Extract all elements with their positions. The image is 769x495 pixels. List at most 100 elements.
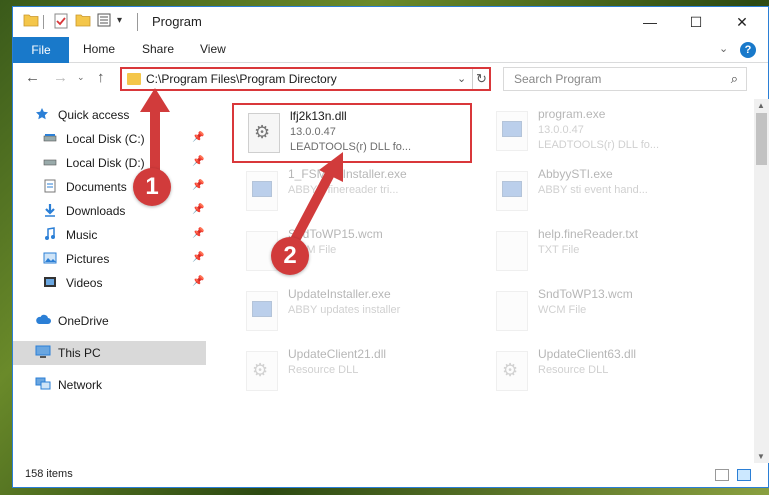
tab-share[interactable]: Share <box>142 42 174 56</box>
sidebar-item-pictures[interactable]: Pictures 📌 <box>13 247 206 271</box>
pin-icon[interactable]: 📌 <box>192 276 204 287</box>
sidebar-item-label: Network <box>58 378 103 392</box>
pin-icon[interactable]: 📌 <box>192 204 204 215</box>
sidebar-item-quick-access[interactable]: Quick access <box>13 103 206 127</box>
tab-home[interactable]: Home <box>83 42 115 56</box>
tiles-view-icon[interactable] <box>737 469 751 481</box>
sidebar-item-music[interactable]: Music 📌 <box>13 223 206 247</box>
back-button[interactable]: ← <box>25 69 40 86</box>
up-button[interactable]: ↑ <box>97 69 105 86</box>
file-item-fsmmsinstaller-exe[interactable]: 1_FSMmsInstaller.exe ABBYY finereader tr… <box>232 163 472 223</box>
vertical-scrollbar[interactable]: ▲ ▼ <box>754 99 769 463</box>
file-item-updateclient21-dll[interactable]: UpdateClient21.dll Resource DLL <box>232 343 472 403</box>
forward-button[interactable]: → <box>53 69 68 86</box>
pin-icon[interactable]: 📌 <box>192 156 204 167</box>
file-description: LEADTOOLS(r) DLL fo... <box>538 139 660 151</box>
scroll-down-icon[interactable]: ▼ <box>757 452 765 461</box>
downloads-icon <box>43 203 57 217</box>
close-button[interactable]: ✕ <box>719 7 765 37</box>
help-icon[interactable]: ? <box>740 42 756 58</box>
item-count: 158 items <box>25 468 73 480</box>
file-description: ABBY updates installer <box>288 304 401 316</box>
file-icon <box>496 231 528 271</box>
file-item-sndtowp15-wcm[interactable]: SndToWP15.wcm WCM File <box>232 223 472 283</box>
file-item-program-exe[interactable]: program.exe 13.0.0.47 LEADTOOLS(r) DLL f… <box>482 103 722 163</box>
refresh-button[interactable]: ↻ <box>472 69 490 89</box>
divider <box>43 15 44 29</box>
folder-icon <box>127 73 141 85</box>
pin-icon[interactable]: 📌 <box>192 228 204 239</box>
exe-icon <box>496 171 528 211</box>
new-folder-icon[interactable] <box>75 13 91 31</box>
file-item-help-finereader-txt[interactable]: help.fineReader.txt TXT File <box>482 223 722 283</box>
folder-icon[interactable] <box>23 13 39 31</box>
recent-locations-icon[interactable]: ⌄ <box>77 72 85 83</box>
sidebar-item-label: Pictures <box>66 252 110 266</box>
sidebar-item-downloads[interactable]: Downloads 📌 <box>13 199 206 223</box>
sidebar-item-network[interactable]: Network <box>13 373 206 397</box>
details-view-icon[interactable] <box>715 469 729 481</box>
documents-icon <box>43 179 57 193</box>
sidebar-item-onedrive[interactable]: OneDrive <box>13 309 206 333</box>
file-item-updateclient63-dll[interactable]: UpdateClient63.dll Resource DLL <box>482 343 722 403</box>
pin-icon[interactable]: 📌 <box>192 252 204 263</box>
title-bar: ▾ Program — ☐ ✕ <box>13 7 768 37</box>
sidebar-item-local-disk-c[interactable]: Local Disk (C:) 📌 <box>13 127 206 151</box>
address-path[interactable]: C:\Program Files\Program Directory <box>146 72 337 86</box>
music-icon <box>43 227 57 241</box>
file-icon <box>496 291 528 331</box>
file-type: WCM File <box>538 304 587 316</box>
sidebar-item-documents[interactable]: Documents 📌 <box>13 175 206 199</box>
file-name: SndToWP13.wcm <box>538 287 633 301</box>
ribbon-tabs: File Home Share View ⌄ ? <box>13 37 768 63</box>
sidebar-item-videos[interactable]: Videos 📌 <box>13 271 206 295</box>
quick-access-dropdown-icon[interactable]: ▾ <box>117 15 122 26</box>
sidebar-item-label: Local Disk (D:) <box>66 156 145 170</box>
file-name: program.exe <box>538 107 606 121</box>
file-version: 13.0.0.47 <box>290 126 336 138</box>
exe-icon <box>246 291 278 331</box>
step-2-callout: 2 <box>271 237 309 275</box>
pin-icon[interactable]: 📌 <box>192 180 204 191</box>
sidebar-item-label: Downloads <box>66 204 126 218</box>
pin-icon[interactable]: 📌 <box>192 132 204 143</box>
file-name: 1_FSMmsInstaller.exe <box>288 167 407 181</box>
file-type: Resource DLL <box>538 364 609 376</box>
file-description: ABBYY finereader tri... <box>288 184 399 196</box>
pictures-icon <box>43 251 57 265</box>
exe-icon <box>246 171 278 211</box>
network-icon <box>35 377 51 391</box>
search-icon[interactable]: ⌕ <box>731 71 738 87</box>
file-item-sndtowp13-wcm[interactable]: SndToWP13.wcm WCM File <box>482 283 722 343</box>
tab-file[interactable]: File <box>13 37 69 63</box>
properties-icon[interactable] <box>97 13 113 31</box>
sidebar-item-this-pc[interactable]: This PC <box>13 341 206 365</box>
file-item-lfj2k13n-dll[interactable]: lfj2k13n.dll 13.0.0.47 LEADTOOLS(r) DLL … <box>232 103 472 163</box>
dll-gear-icon <box>246 351 278 391</box>
file-item-abbyysti-exe[interactable]: AbbyySTI.exe ABBY sti event hand... <box>482 163 722 223</box>
file-type: TXT File <box>538 244 580 256</box>
file-list: lfj2k13n.dll 13.0.0.47 LEADTOOLS(r) DLL … <box>220 99 740 463</box>
properties-check-icon[interactable] <box>53 13 69 31</box>
drive-icon <box>43 155 57 169</box>
file-version: 13.0.0.47 <box>538 124 584 136</box>
address-dropdown-icon[interactable]: ⌄ <box>457 72 466 85</box>
scroll-up-icon[interactable]: ▲ <box>757 101 765 110</box>
file-item-updateinstaller-exe[interactable]: UpdateInstaller.exe ABBY updates install… <box>232 283 472 343</box>
status-bar: 158 items <box>13 463 768 487</box>
scrollbar-thumb[interactable] <box>756 113 767 165</box>
file-name: UpdateClient21.dll <box>288 347 387 361</box>
file-name: help.fineReader.txt <box>538 227 639 241</box>
tab-view[interactable]: View <box>200 42 226 56</box>
dll-gear-icon <box>248 113 280 153</box>
file-name: SndToWP15.wcm <box>288 227 383 241</box>
file-name: UpdateClient63.dll <box>538 347 637 361</box>
search-box[interactable]: Search Program ⌕ <box>503 67 747 91</box>
minimize-button[interactable]: — <box>627 7 673 37</box>
expand-ribbon-icon[interactable]: ⌄ <box>719 42 728 55</box>
search-input[interactable]: Search Program <box>514 72 601 86</box>
sidebar-item-local-disk-d[interactable]: Local Disk (D:) 📌 <box>13 151 206 175</box>
maximize-button[interactable]: ☐ <box>673 7 719 37</box>
cloud-icon <box>35 313 51 327</box>
address-bar[interactable]: C:\Program Files\Program Directory ⌄ ↻ <box>120 67 491 91</box>
